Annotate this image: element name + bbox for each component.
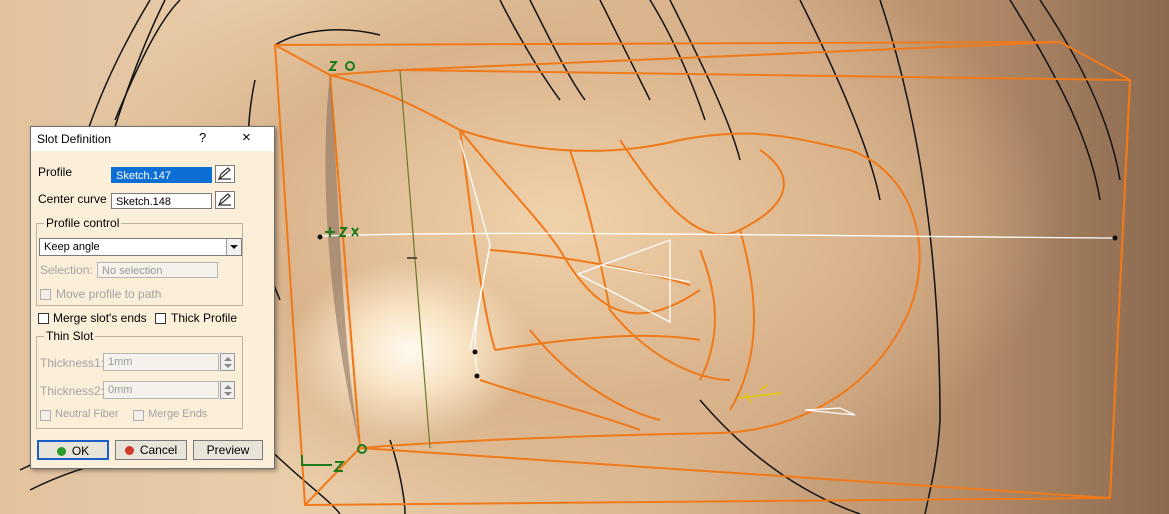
dialog-titlebar[interactable]: Slot Definition ? × bbox=[31, 127, 274, 151]
close-button[interactable]: × bbox=[242, 129, 251, 146]
edit-pencil-icon bbox=[217, 167, 231, 181]
chevron-down-icon bbox=[226, 239, 241, 255]
center-curve-field[interactable]: Sketch.148 bbox=[111, 193, 212, 209]
merge-ends-checkbox[interactable] bbox=[133, 410, 144, 421]
edit-pencil-icon bbox=[217, 193, 231, 207]
cancel-button[interactable]: Cancel bbox=[115, 440, 187, 460]
thickness1-label: Thickness1: bbox=[40, 356, 105, 370]
profile-control-legend: Profile control bbox=[44, 216, 122, 230]
profile-label: Profile bbox=[38, 165, 73, 179]
red-dot-icon bbox=[124, 446, 134, 455]
move-profile-checkbox[interactable] bbox=[40, 289, 51, 300]
profile-control-select[interactable]: Keep angle bbox=[39, 238, 242, 256]
merge-slot-ends-checkbox[interactable] bbox=[38, 313, 49, 324]
guide-line bbox=[399, 69, 431, 449]
cancel-label: Cancel bbox=[139, 443, 178, 457]
thickness1-field[interactable]: 1mm bbox=[103, 353, 219, 371]
selection-field[interactable]: No selection bbox=[97, 262, 218, 278]
selection-label: Selection: bbox=[40, 263, 93, 277]
thickness1-stepper[interactable] bbox=[220, 353, 235, 371]
ok-button[interactable]: OK bbox=[37, 440, 109, 460]
profile-picker-button[interactable] bbox=[215, 165, 235, 183]
thickness2-field[interactable]: 0mm bbox=[103, 381, 219, 399]
center-curve-label: Center curve bbox=[38, 192, 107, 206]
green-dot-icon bbox=[56, 447, 66, 456]
thickness2-stepper[interactable] bbox=[220, 381, 235, 399]
neutral-fiber-checkbox[interactable] bbox=[40, 410, 51, 421]
thick-profile-checkbox[interactable] bbox=[155, 313, 166, 324]
center-curve-picker-button[interactable] bbox=[215, 191, 235, 209]
merge-ends-label: Merge Ends bbox=[148, 408, 208, 420]
center-curve bbox=[319, 139, 1116, 416]
merge-slot-ends-label: Merge slot's ends bbox=[53, 311, 147, 325]
preview-button[interactable]: Preview bbox=[193, 440, 263, 460]
profile-field[interactable]: Sketch.147 bbox=[111, 167, 212, 183]
thin-slot-legend: Thin Slot bbox=[44, 329, 96, 343]
thickness2-label: Thickness2: bbox=[40, 384, 105, 398]
neutral-fiber-label: Neutral Fiber bbox=[55, 408, 119, 420]
dialog-title: Slot Definition bbox=[37, 132, 112, 146]
ok-label: OK bbox=[71, 444, 90, 458]
profile-control-selected: Keep angle bbox=[44, 241, 100, 253]
slot-definition-dialog: Slot Definition ? × Profile Sketch.147 C… bbox=[30, 126, 275, 469]
thick-profile-label: Thick Profile bbox=[171, 311, 238, 325]
curve-points bbox=[317, 234, 1118, 379]
move-profile-label: Move profile to path bbox=[56, 287, 162, 301]
help-button[interactable]: ? bbox=[199, 130, 206, 145]
axis-triad-icon bbox=[737, 384, 783, 404]
